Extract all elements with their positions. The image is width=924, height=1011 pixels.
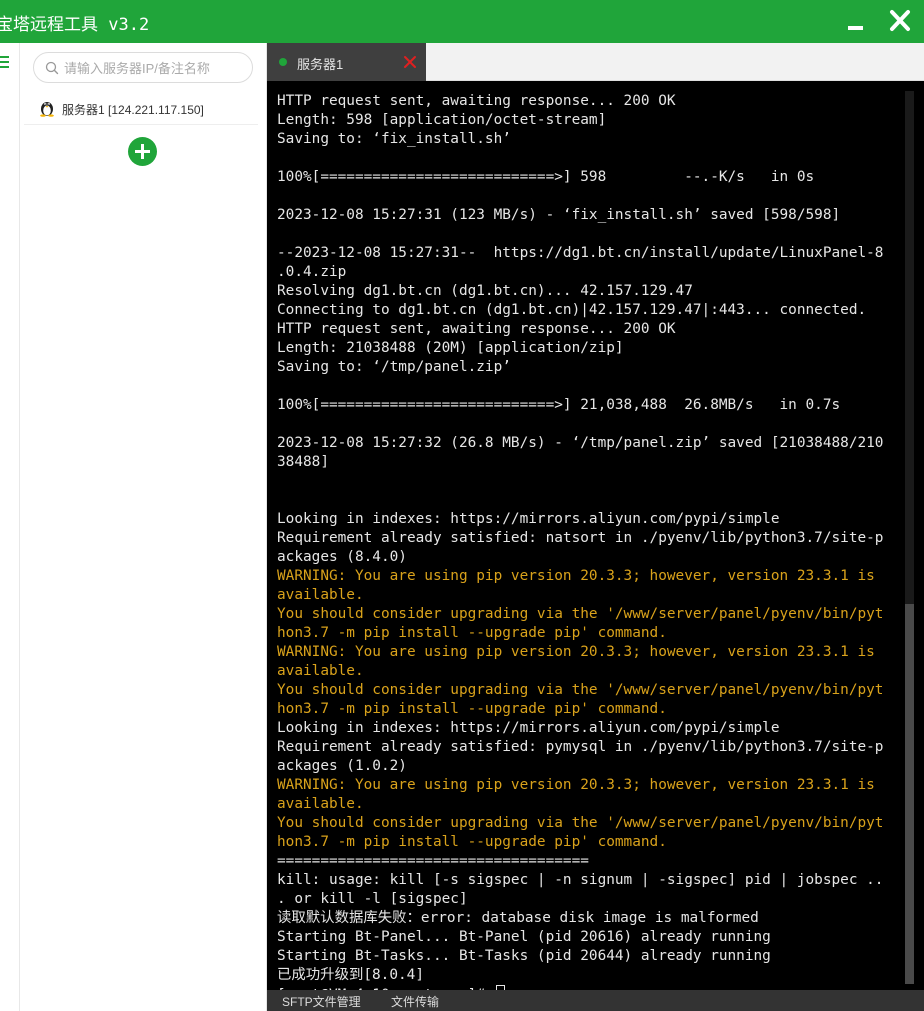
tab-label: 服务器1 bbox=[297, 57, 344, 72]
app-title-text: 宝塔远程工具 bbox=[0, 15, 98, 35]
server-sidebar: 服务器1 [124.221.117.150] bbox=[20, 43, 267, 1011]
title-bar: 宝塔远程工具 v3.2 bbox=[0, 0, 924, 43]
terminal-line: Starting Bt-Tasks... Bt-Tasks (pid 20644… bbox=[277, 948, 771, 964]
menu-icon[interactable] bbox=[0, 56, 10, 70]
terminal-line: ackages (8.4.0) bbox=[277, 549, 407, 565]
terminal-line: available. bbox=[277, 663, 364, 679]
terminal-line: Requirement already satisfied: natsort i… bbox=[277, 530, 884, 546]
terminal-line: Looking in indexes: https://mirrors.aliy… bbox=[277, 511, 780, 527]
terminal-line: WARNING: You are using pip version 20.3.… bbox=[277, 644, 875, 660]
scrollbar-thumb[interactable] bbox=[905, 604, 914, 984]
session-pane: 服务器1 HTTP request sent, awaiting respons… bbox=[267, 43, 924, 1011]
terminal-line: hon3.7 -m pip install --upgrade pip' com… bbox=[277, 834, 667, 850]
terminal-line: Looking in indexes: https://mirrors.aliy… bbox=[277, 720, 780, 736]
left-strip bbox=[0, 43, 20, 1011]
terminal-line: 100%[===========================>] 21,03… bbox=[277, 397, 841, 413]
terminal-line: Connecting to dg1.bt.cn (dg1.bt.cn)|42.1… bbox=[277, 302, 867, 318]
terminal-line: HTTP request sent, awaiting response... … bbox=[277, 93, 676, 109]
terminal-lines: HTTP request sent, awaiting response... … bbox=[277, 92, 907, 990]
terminal-line: ==================================== bbox=[277, 853, 589, 869]
terminal-line: WARNING: You are using pip version 20.3.… bbox=[277, 568, 875, 584]
search-box[interactable] bbox=[33, 52, 253, 83]
linux-penguin-icon bbox=[40, 102, 54, 117]
tab-server1[interactable]: 服务器1 bbox=[267, 43, 426, 81]
terminal-line: --2023-12-08 15:27:31-- https://dg1.bt.c… bbox=[277, 245, 884, 261]
terminal-line: available. bbox=[277, 587, 364, 603]
terminal-line: Resolving dg1.bt.cn (dg1.bt.cn)... 42.15… bbox=[277, 283, 693, 299]
search-icon bbox=[45, 61, 59, 75]
app-version: v3.2 bbox=[108, 15, 150, 35]
tab-bar: 服务器1 bbox=[267, 43, 924, 81]
terminal-line: WARNING: You are using pip version 20.3.… bbox=[277, 777, 875, 793]
terminal-line: 2023-12-08 15:27:31 (123 MB/s) - ‘fix_in… bbox=[277, 207, 841, 223]
file-transfer-tab[interactable]: 文件传输 bbox=[391, 993, 439, 1010]
terminal-line: 2023-12-08 15:27:32 (26.8 MB/s) - ‘/tmp/… bbox=[277, 435, 884, 451]
search-input[interactable] bbox=[64, 58, 246, 78]
close-icon[interactable] bbox=[888, 8, 912, 34]
terminal-line: You should consider upgrading via the '/… bbox=[277, 815, 884, 831]
sftp-file-manager-tab[interactable]: SFTP文件管理 bbox=[282, 993, 361, 1010]
terminal-scrollbar[interactable] bbox=[905, 91, 914, 984]
terminal-line: available. bbox=[277, 796, 364, 812]
terminal-line: 已成功升级到[8.0.4] bbox=[277, 967, 424, 983]
terminal-line: 读取默认数据库失败：error: database disk image is … bbox=[277, 910, 759, 926]
minimize-icon[interactable] bbox=[847, 12, 865, 32]
terminal-line: Starting Bt-Panel... Bt-Panel (pid 20616… bbox=[277, 929, 771, 945]
terminal-line: 100%[===========================>] 598 -… bbox=[277, 169, 815, 185]
terminal-line: . or kill -l [sigspec] bbox=[277, 891, 468, 907]
bottom-toolbar: SFTP文件管理 文件传输 bbox=[267, 990, 924, 1011]
server-label: 服务器1 [124.221.117.150] bbox=[62, 103, 204, 117]
app-title: 宝塔远程工具 v3.2 bbox=[0, 10, 149, 35]
terminal-output[interactable]: HTTP request sent, awaiting response... … bbox=[267, 81, 924, 990]
terminal-line: hon3.7 -m pip install --upgrade pip' com… bbox=[277, 701, 667, 717]
terminal-line: hon3.7 -m pip install --upgrade pip' com… bbox=[277, 625, 667, 641]
terminal-line: You should consider upgrading via the '/… bbox=[277, 606, 884, 622]
terminal-line: HTTP request sent, awaiting response... … bbox=[277, 321, 676, 337]
close-x-icon[interactable] bbox=[403, 55, 417, 69]
terminal-line: .0.4.zip bbox=[277, 264, 347, 280]
terminal-line: Length: 598 [application/octet-stream] bbox=[277, 112, 607, 128]
terminal-line: 38488] bbox=[277, 454, 329, 470]
terminal-line: kill: usage: kill [-s sigspec | -n signu… bbox=[277, 872, 884, 888]
terminal-line: Saving to: ‘fix_install.sh’ bbox=[277, 131, 511, 147]
terminal-line: You should consider upgrading via the '/… bbox=[277, 682, 884, 698]
status-dot-icon bbox=[279, 58, 287, 66]
server-list-item[interactable]: 服务器1 [124.221.117.150] bbox=[24, 91, 258, 125]
terminal-line: Requirement already satisfied: pymysql i… bbox=[277, 739, 884, 755]
terminal-line: ackages (1.0.2) bbox=[277, 758, 407, 774]
add-server-button[interactable] bbox=[128, 137, 157, 166]
terminal-line: Length: 21038488 (20M) [application/zip] bbox=[277, 340, 624, 356]
terminal-line: Saving to: ‘/tmp/panel.zip’ bbox=[277, 359, 511, 375]
